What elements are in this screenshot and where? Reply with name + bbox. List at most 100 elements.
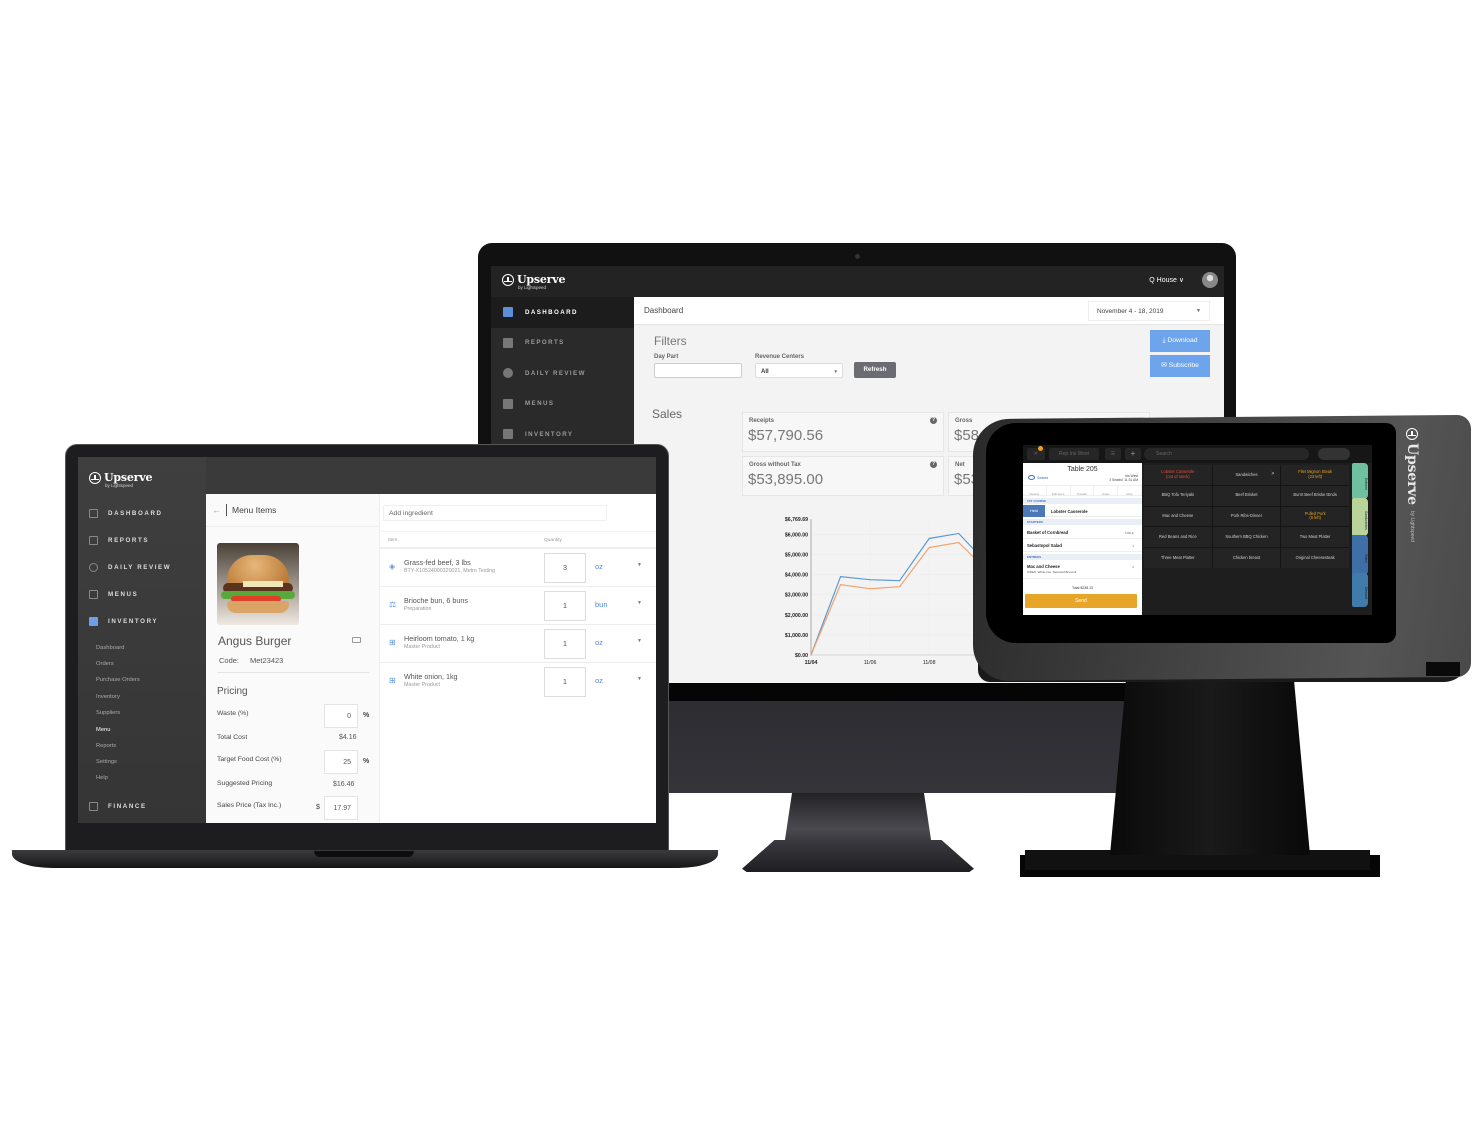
menu-item-button[interactable]: Pulled Pork (8 left) — [1281, 506, 1349, 527]
sidebar-item-daily-review[interactable]: DAILY REVIEW — [491, 358, 634, 389]
unit-select[interactable]: bun — [595, 600, 608, 609]
back-arrow-icon[interactable]: ← — [212, 505, 221, 515]
ingredient-row[interactable]: ⚖ Brioche bun, 6 buns Preparation 1 bun … — [380, 587, 656, 625]
menu-item-editor: ← Menu Items Angus Burger Code: Met23423… — [206, 494, 656, 823]
unit-select[interactable]: oz — [595, 562, 603, 571]
card-icon[interactable] — [352, 637, 361, 643]
view-toggle[interactable] — [1318, 448, 1350, 460]
list-icon[interactable]: ☰ — [1105, 448, 1121, 460]
date-range-picker[interactable]: November 4 - 18, 2019 ▼ — [1088, 301, 1210, 321]
ticket-meta: Iris West 3 Seated, 11:31 AM — [1109, 474, 1138, 482]
search-input[interactable]: Search — [1144, 448, 1309, 460]
breadcrumb-title[interactable]: Menu Items — [232, 505, 276, 515]
sidebar-item-reports[interactable]: REPORTS — [89, 536, 149, 545]
sidebar-item-dashboard[interactable]: DASHBOARD — [491, 297, 634, 328]
ingredient-row[interactable]: ⊞ Heirloom tomato, 1 kg Master Product 1… — [380, 625, 656, 663]
receipt-button[interactable]: Receipt — [1023, 486, 1047, 496]
help-icon[interactable]: ? — [930, 417, 937, 424]
subnav-item-suppliers[interactable]: Suppliers — [96, 710, 120, 716]
download-button[interactable]: ⤓ Download — [1150, 330, 1210, 352]
unit-select[interactable]: oz — [595, 638, 603, 647]
ticket-line-item[interactable]: Sebastopol Salad 3 — [1023, 539, 1142, 552]
ingredient-row[interactable]: ◈ Grass-fed beef, 3 lbs BTY-X10524000320… — [380, 549, 656, 587]
help-icon[interactable]: ? — [930, 461, 937, 468]
quantity-input[interactable]: 1 — [544, 629, 586, 659]
menu-item-button[interactable]: BBQ Tofu Teriyaki — [1144, 485, 1212, 506]
menu-item-button[interactable]: Burnt Beef Briske tEnds — [1281, 485, 1349, 506]
subnav-item-purchase-orders[interactable]: Purchase Orders — [96, 677, 140, 683]
edit-items-button[interactable]: Edit Items — [1047, 486, 1071, 496]
chevron-down-icon[interactable]: ▼ — [637, 562, 642, 568]
ticket-line-item[interactable]: Mac and Cheese 2 SIDES: White rice, Stea… — [1023, 561, 1142, 579]
plus-icon[interactable]: + — [1125, 448, 1141, 460]
menu-item-button[interactable]: Pork Ribs-Dinner — [1212, 506, 1281, 527]
sidebar-item-menus[interactable]: MENUS — [89, 590, 138, 599]
unit-select[interactable]: oz — [595, 676, 603, 685]
sidebar-item-daily-review[interactable]: DAILY REVIEW — [89, 563, 171, 572]
chevron-down-icon[interactable]: ▼ — [637, 600, 642, 606]
menu-item-button[interactable]: Three Meat Platter — [1144, 548, 1212, 568]
subnav-item-menu[interactable]: Menu — [96, 727, 111, 733]
target-food-cost-input[interactable]: 25 — [324, 750, 358, 774]
category-tab-entrees[interactable]: Entrees — [1352, 463, 1368, 499]
menu-item-button[interactable]: Filet Mignon Steak (23 left) — [1281, 465, 1349, 485]
book-icon — [503, 398, 513, 409]
notes-button[interactable]: Notes — [1094, 486, 1119, 496]
refresh-button[interactable]: Refresh — [854, 362, 896, 378]
status-text: Seated — [1037, 475, 1049, 480]
revenue-centers-select[interactable]: All ▼ — [755, 363, 843, 378]
ingredient-row[interactable]: ⊞ White onion, 1kg Master Product 1 oz ▼ — [380, 663, 656, 701]
location-dropdown[interactable]: Q House ∨ — [1149, 276, 1184, 284]
sidebar-item-dashboard[interactable]: DASHBOARD — [89, 509, 163, 518]
menu-item-button[interactable]: Original Cheesesteak — [1281, 548, 1349, 568]
menu-item-button[interactable]: Lobster Casserole (out of stock) — [1144, 465, 1212, 485]
ingredient-name: Brioche bun, 6 buns — [404, 596, 468, 605]
section-header: ENTREES — [1023, 554, 1142, 560]
user-avatar[interactable] — [1202, 272, 1218, 288]
server-label[interactable]: Rep Iris West — [1049, 448, 1099, 460]
sales-price-input[interactable]: 17.97 — [324, 796, 358, 820]
quantity-input[interactable]: 3 — [544, 553, 586, 583]
chevron-down-icon[interactable]: ▼ — [637, 676, 642, 682]
subnav-item-help[interactable]: Help — [96, 775, 108, 781]
ticket-line-item[interactable]: Basket of Cornbread TABLE — [1023, 526, 1142, 539]
more-button[interactable]: More — [1118, 486, 1142, 496]
subnav-item-reports[interactable]: Reports — [96, 743, 116, 749]
menu-item-button[interactable]: Beef Brisket — [1212, 485, 1281, 506]
upserve-logo[interactable]: Upserve by Lightspeed — [89, 471, 152, 488]
held-badge[interactable]: Held — [1023, 505, 1045, 517]
date-range-value: November 4 - 18, 2019 — [1097, 308, 1164, 315]
category-tab-sandwiches[interactable]: Sandwiches — [1352, 498, 1368, 536]
y-tick-label: $1,000.00 — [785, 633, 808, 639]
menu-item-button[interactable]: Chicken breast — [1212, 548, 1281, 568]
category-tabs: Entrees Sandwiches Sides Dessert — [1350, 463, 1370, 615]
ticket-line-item[interactable]: Held Lobster Casserole — [1023, 505, 1142, 517]
logo-subtext: by Lightspeed — [1409, 510, 1415, 542]
add-ingredient-input[interactable]: Add ingredient — [383, 505, 607, 521]
subscribe-button[interactable]: ✉ Subscribe — [1150, 355, 1210, 377]
sidebar-item-finance[interactable]: FINANCE — [89, 802, 147, 811]
menu-item-button[interactable]: Sandwiches > — [1212, 465, 1281, 485]
transfer-button[interactable]: Transfer — [1071, 486, 1095, 496]
subnav-item-dashboard[interactable]: Dashboard — [96, 645, 124, 651]
category-tab-dessert[interactable]: Dessert — [1352, 573, 1368, 607]
subnav-item-settings[interactable]: Settings — [96, 759, 117, 765]
menu-item-button[interactable]: Red Beans and Rice — [1144, 527, 1212, 548]
chevron-down-icon[interactable]: ▼ — [637, 638, 642, 644]
menu-item-button[interactable]: Mac and Cheese — [1144, 506, 1212, 527]
quantity-input[interactable]: 1 — [544, 667, 586, 697]
send-button[interactable]: Send — [1025, 594, 1137, 608]
day-part-input[interactable] — [654, 363, 742, 378]
sidebar-item-menus[interactable]: MENUS — [491, 389, 634, 420]
sidebar-item-reports[interactable]: REPORTS — [491, 328, 634, 359]
sidebar-item-inventory[interactable]: INVENTORY — [89, 617, 158, 626]
quantity-input[interactable]: 1 — [544, 591, 586, 621]
subnav-item-inventory[interactable]: Inventory — [96, 694, 120, 700]
waste-input[interactable]: 0 — [324, 704, 358, 728]
menu-item-button[interactable]: Southern BBQ Chicken — [1212, 527, 1281, 548]
subnav-item-orders[interactable]: Orders — [96, 661, 114, 667]
menu-item-button[interactable]: Two Meat Platter — [1281, 527, 1349, 548]
upserve-logo[interactable]: Upserve by Lightspeed — [502, 273, 565, 290]
sidebar-item-label: REPORTS — [525, 339, 565, 347]
category-tab-sides[interactable]: Sides — [1352, 535, 1368, 575]
